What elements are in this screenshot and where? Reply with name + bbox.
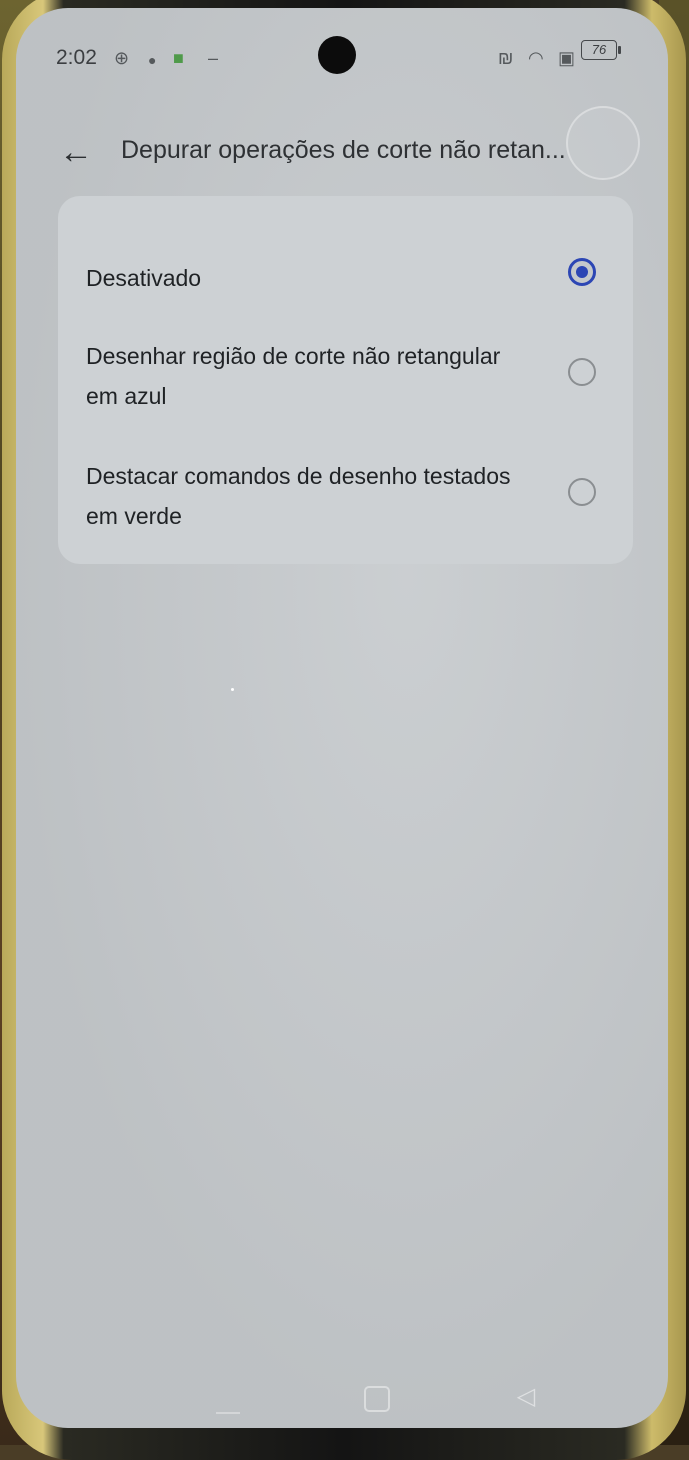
page-title: Depurar operações de corte não retan... <box>121 136 566 164</box>
front-camera <box>318 36 356 74</box>
back-button[interactable]: ← <box>54 130 98 174</box>
touch-dot <box>231 688 234 691</box>
option-desativado[interactable]: Desativado <box>76 238 616 308</box>
nav-recents-button[interactable] <box>216 1398 240 1414</box>
triangle-back-icon: ◁ <box>516 1383 536 1410</box>
option-label: Destacar comandos de desenho testados em… <box>86 463 511 529</box>
sync-icon: ⊕ <box>114 48 130 68</box>
option-label: Desenhar região de corte não retangular … <box>86 343 501 409</box>
radio-unselected-icon[interactable] <box>568 358 596 386</box>
more-notifications-icon: – <box>208 48 219 68</box>
option-desenhar-regiao[interactable]: Desenhar região de corte não retangular … <box>76 336 616 426</box>
radio-selected-icon[interactable] <box>568 258 596 286</box>
radio-unselected-icon[interactable] <box>568 478 596 506</box>
bug-icon: ● <box>148 52 157 68</box>
wifi-icon: ◠ <box>528 48 544 68</box>
screen: 2:02 ⊕ ● ■ – ₪ ◠ ▣ 76 ← Depurar operaçõe… <box>16 8 668 1428</box>
option-label: Desativado <box>86 265 202 291</box>
floating-overlay-circle <box>566 106 640 180</box>
nav-home-button[interactable] <box>364 1386 390 1412</box>
option-destacar-comandos[interactable]: Destacar comandos de desenho testados em… <box>76 456 616 546</box>
nfc-icon: ₪ <box>498 48 514 68</box>
signal-off-icon: ▣ <box>558 48 576 68</box>
arrow-left-icon: ← <box>59 132 93 171</box>
status-time: 2:02 <box>56 46 97 69</box>
app-notification-icon: ■ <box>173 48 184 68</box>
nav-back-button[interactable]: ◁ <box>513 1384 539 1410</box>
battery-indicator: 76 <box>581 40 621 60</box>
